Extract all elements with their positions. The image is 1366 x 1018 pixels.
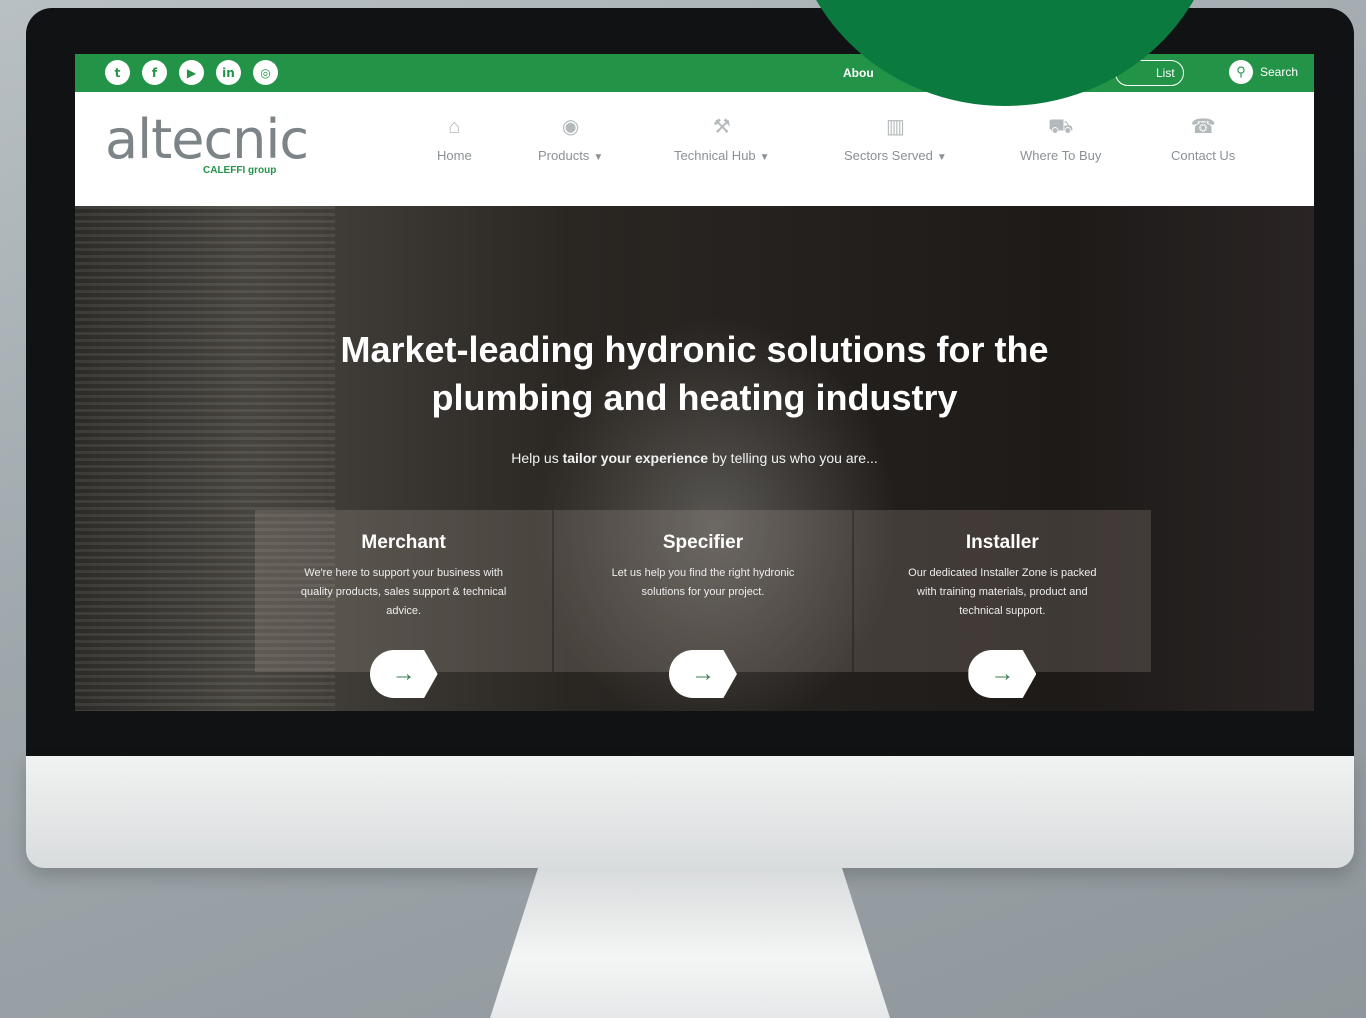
card-title: Merchant	[361, 532, 446, 553]
monitor-stand	[490, 868, 890, 1018]
hero-section: Market-leading hydronic solutions for th…	[75, 206, 1314, 711]
main-navbar: altecnic CALEFFI group ⌂ Home ◉ Products…	[75, 92, 1314, 206]
facebook-icon[interactable]: f	[142, 60, 167, 85]
card-text: Let us help you find the right hydronic …	[611, 567, 795, 598]
building-icon: ▥	[885, 116, 905, 138]
nav-item-home[interactable]: ⌂ Home	[437, 112, 472, 163]
card-title: Specifier	[662, 532, 744, 553]
search-icon: ⚲	[1229, 60, 1253, 84]
search-button[interactable]: ⚲ Search	[1229, 60, 1298, 84]
website-screen: t f ▶ in ◎ Abou List ⚲ Search altecnic C…	[75, 54, 1314, 711]
hero-title-line2: plumbing and heating industry	[431, 377, 958, 418]
hero-subtitle: Help us tailor your experience by tellin…	[75, 450, 1314, 466]
arrow-right-icon: →	[690, 660, 715, 687]
nav-item-contact-us[interactable]: ☎ Contact Us	[1171, 112, 1235, 163]
specifier-arrow-button[interactable]: →	[668, 650, 737, 698]
chevron-down-icon: ▼	[759, 152, 770, 163]
nav-item-where-to-buy[interactable]: ⛟ Where To Buy	[1020, 112, 1101, 163]
nav-label-home: Home	[437, 148, 472, 163]
nav-label-technical-hub: Technical Hub	[674, 148, 756, 163]
nav-item-technical-hub[interactable]: ⚒ Technical Hub ▼	[674, 112, 770, 163]
nav-label-products: Products	[538, 148, 590, 163]
products-icon: ◉	[561, 116, 580, 138]
merchant-arrow-button[interactable]: →	[369, 650, 438, 698]
home-icon: ⌂	[448, 116, 461, 138]
instagram-icon[interactable]: ◎	[253, 60, 278, 85]
card-merchant: Merchant We're here to support your busi…	[255, 510, 552, 698]
chevron-down-icon: ▼	[593, 152, 604, 163]
twitter-icon[interactable]: t	[105, 60, 130, 85]
monitor-chin	[26, 756, 1354, 868]
wrench-icon: ⚒	[712, 116, 731, 138]
audience-cards: Merchant We're here to support your busi…	[255, 510, 1151, 698]
social-links: t f ▶ in ◎	[105, 60, 278, 85]
hero-title: Market-leading hydronic solutions for th…	[75, 326, 1314, 422]
nav-label-sectors-served: Sectors Served	[844, 148, 933, 163]
card-installer: Installer Our dedicated Installer Zone i…	[851, 510, 1151, 698]
logo-wordmark[interactable]: altecnic	[105, 108, 309, 171]
youtube-icon[interactable]: ▶	[179, 60, 204, 85]
card-text: We're here to support your business with…	[300, 567, 507, 617]
contact-icon: ☎	[1190, 116, 1216, 138]
logo-subtitle: CALEFFI group	[203, 165, 277, 176]
nav-label-where-to-buy: Where To Buy	[1020, 148, 1102, 163]
nav-label-contact-us: Contact Us	[1171, 148, 1236, 163]
linkedin-icon[interactable]: in	[216, 60, 241, 85]
card-text: Our dedicated Installer Zone is packed w…	[908, 567, 1097, 617]
installer-arrow-button[interactable]: →	[968, 650, 1037, 698]
nav-item-products[interactable]: ◉ Products ▼	[538, 112, 603, 163]
arrow-right-icon: →	[990, 660, 1015, 687]
nav-item-sectors-served[interactable]: ▥ Sectors Served ▼	[844, 112, 947, 163]
hero-sub-suffix: by telling us who you are...	[708, 450, 878, 466]
card-title: Installer	[965, 532, 1039, 553]
chevron-down-icon: ▼	[936, 152, 947, 163]
cart-icon: ⛟	[1048, 116, 1074, 138]
card-specifier: Specifier Let us help you find the right…	[552, 510, 851, 698]
hero-sub-prefix: Help us	[511, 450, 563, 466]
search-label: Search	[1260, 65, 1299, 79]
hero-title-line1: Market-leading hydronic solutions for th…	[340, 329, 1049, 370]
arrow-right-icon: →	[391, 660, 416, 687]
hero-sub-bold: tailor your experience	[562, 450, 709, 466]
about-link[interactable]: Abou	[843, 66, 874, 80]
